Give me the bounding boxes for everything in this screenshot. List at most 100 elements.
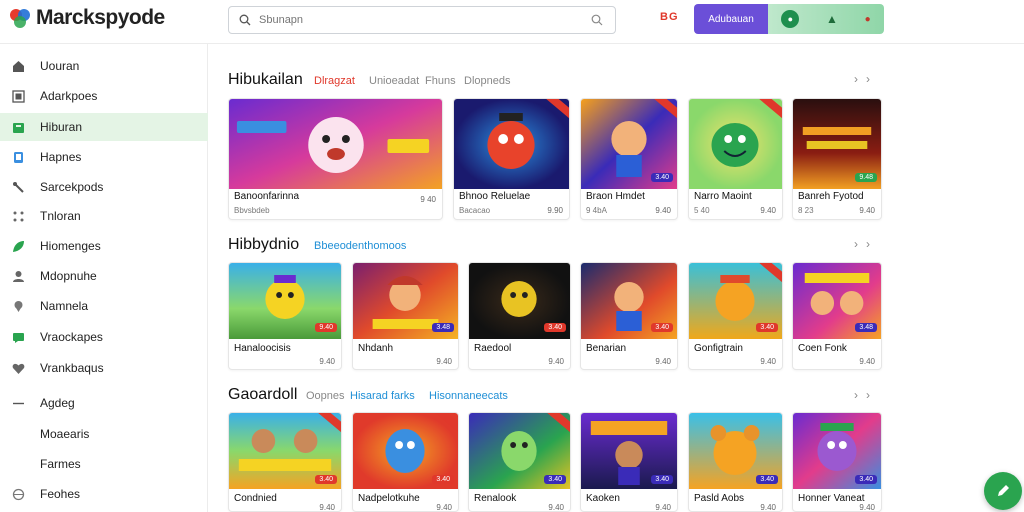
home-icon (13, 60, 24, 72)
search-input[interactable] (259, 11, 579, 29)
sidebar-item-13[interactable]: Farmes (0, 450, 208, 478)
carousel-arrows-icon[interactable]: ›› (854, 388, 878, 402)
app-title: Pasld Aobs (694, 493, 745, 504)
sidebar-item-label: Uouran (40, 59, 80, 73)
app-card[interactable]: 9.48 Banreh Fyotod 8 23 9.40 (792, 98, 882, 220)
sidebar-item-8[interactable]: Namnela (0, 292, 208, 320)
app-badge: 3.48 (432, 323, 454, 332)
app-card[interactable]: 3.40 Condnied 9.40 (228, 412, 342, 512)
section-tag[interactable]: Oopnes (306, 390, 345, 402)
app-title: Coen Fonk (798, 343, 847, 354)
sidebar-item-3[interactable]: Hapnes (0, 143, 208, 171)
app-card[interactable]: 9.40 Hanaloocisis 9.40 (228, 262, 342, 370)
edit-fab[interactable] (984, 472, 1022, 510)
app-title: Hanaloocisis (234, 343, 291, 354)
sidebar-item-2[interactable]: Hiburan (0, 113, 208, 141)
search-submit-icon[interactable] (591, 14, 603, 26)
app-badge: 3.40 (651, 173, 673, 182)
sidebar-item-14[interactable]: Feohes (0, 480, 208, 508)
heart-icon (12, 363, 25, 374)
sidebar-item-0[interactable]: Uouran (0, 52, 208, 80)
app-card[interactable]: 3.40 Pasld Aobs 9.40 (688, 412, 783, 512)
app-card[interactable]: 3.40 Braon Hmdet 9 4bA 9.40 (580, 98, 678, 220)
app-card[interactable]: Narro Maoint 5 40 9.40 (688, 98, 783, 220)
search-box[interactable] (228, 6, 616, 34)
app-price: 9.40 (859, 503, 875, 512)
grid-icon (12, 89, 25, 103)
sidebar-item-4[interactable]: Sarcekpods (0, 173, 208, 201)
app-title: Benarian (586, 343, 627, 354)
app-card[interactable]: Bhnoo Reluelae Bacacao 9.90 (453, 98, 570, 220)
app-price: 9.40 (436, 503, 452, 512)
app-card[interactable]: 3.40 Gonfigtrain 9.40 (688, 262, 783, 370)
section-tag[interactable]: Dlopneds (464, 75, 510, 87)
app-card[interactable]: Banoonfarinna Bbvsbdeb 9 40 (228, 98, 443, 220)
app-badge: 3.40 (756, 323, 778, 332)
app-title: Braon Hmdet (586, 191, 645, 202)
thumb-icon[interactable]: ▲ (826, 12, 838, 26)
app-badge: 9.48 (855, 173, 877, 182)
app-price: 9.40 (655, 503, 671, 512)
top-bar: Marckspyode BG Adubauan ● ▲ ● (0, 0, 1024, 44)
pin-icon (14, 300, 23, 312)
app-card[interactable]: 3.40 Renalook 9.40 (468, 412, 571, 512)
app-card[interactable]: 3.40 Kaoken 9.40 (580, 412, 678, 512)
app-card[interactable]: 3.48 Nhdanh 9.40 (352, 262, 459, 370)
sidebar-item-label: Vraockapes (40, 330, 103, 344)
app-price: 9.40 (436, 357, 452, 366)
sidebar-item-6[interactable]: Hiomenges (0, 232, 208, 260)
sidebar-item-label: Sarcekpods (40, 180, 104, 194)
app-badge: 3.48 (855, 323, 877, 332)
section-tag[interactable]: Fhuns (425, 75, 456, 87)
app-title: Gonfigtrain (694, 343, 743, 354)
app-card[interactable]: 3.48 Coen Fonk 9.40 (792, 262, 882, 370)
section-tag[interactable]: Hisarad farks (350, 390, 415, 402)
app-meta: Bbvsbdeb (234, 206, 270, 215)
app-title: Nhdanh (358, 343, 394, 354)
chat-icon[interactable]: ● (781, 10, 800, 28)
sidebar-item-5[interactable]: Tnloran (0, 202, 208, 230)
logo-text: Marckspyode (36, 6, 165, 29)
app-title: Honner Vaneat (798, 493, 865, 504)
app-badge: 3.40 (855, 475, 877, 484)
app-meta: 5 40 (694, 206, 710, 215)
section-tag[interactable]: Hisonnaneecats (429, 390, 508, 402)
app-badge: 3.40 (544, 475, 566, 484)
logo[interactable]: Marckspyode (8, 6, 165, 30)
sidebar-item-label: Tnloran (40, 209, 81, 223)
sidebar-item-1[interactable]: Adarkpoes (0, 82, 208, 110)
app-badge: 3.40 (651, 323, 673, 332)
app-badge: 9.40 (315, 323, 337, 332)
notification-icon[interactable]: ● (865, 14, 871, 25)
app-card[interactable]: 3.40 Honner Vaneat 9.40 (792, 412, 882, 512)
app-price: 9.40 (319, 357, 335, 366)
carousel-arrows-icon[interactable]: ›› (854, 237, 878, 251)
app-price: 9.40 (760, 503, 776, 512)
phone-icon (14, 151, 23, 163)
app-price: 9.40 (760, 206, 776, 215)
account-button[interactable]: Adubauan (694, 4, 768, 34)
app-card[interactable]: 3.40 Benarian 9.40 (580, 262, 678, 370)
sidebar-item-label: Agdeg (40, 396, 75, 410)
app-title: Narro Maoint (694, 191, 752, 202)
app-price: 9.40 (548, 503, 564, 512)
account-bar[interactable]: Adubauan ● ▲ ● (694, 4, 884, 34)
app-card[interactable]: 3.40 Nadpelotkuhe 9.40 (352, 412, 459, 512)
carousel-arrows-icon[interactable]: ›› (854, 72, 878, 86)
app-title: Raedool (474, 343, 512, 354)
person-icon (13, 270, 24, 282)
sidebar-item-11[interactable]: Agdeg (0, 389, 208, 417)
sidebar-item-10[interactable]: Vrankbaqus (0, 354, 208, 382)
app-title: Nadpelotkuhe (358, 493, 420, 504)
sidebar-item-7[interactable]: Mdopnuhe (0, 262, 208, 290)
region-flag[interactable]: BG (660, 11, 679, 23)
section-tag[interactable]: Unioeadat (369, 75, 419, 87)
section-tag[interactable]: Bbeeodenthomoos (314, 240, 406, 252)
sidebar-item-12[interactable]: Moaearis (0, 420, 208, 448)
app-meta: Bacacao (459, 206, 491, 215)
sidebar-item-9[interactable]: Vraockapes (0, 323, 208, 351)
section-tag[interactable]: Dlragzat (314, 75, 355, 87)
app-meta: 9 4bA (586, 206, 607, 215)
sidebar-item-label: Vrankbaqus (40, 361, 104, 375)
app-card[interactable]: 3.40 Raedool 9.40 (468, 262, 571, 370)
